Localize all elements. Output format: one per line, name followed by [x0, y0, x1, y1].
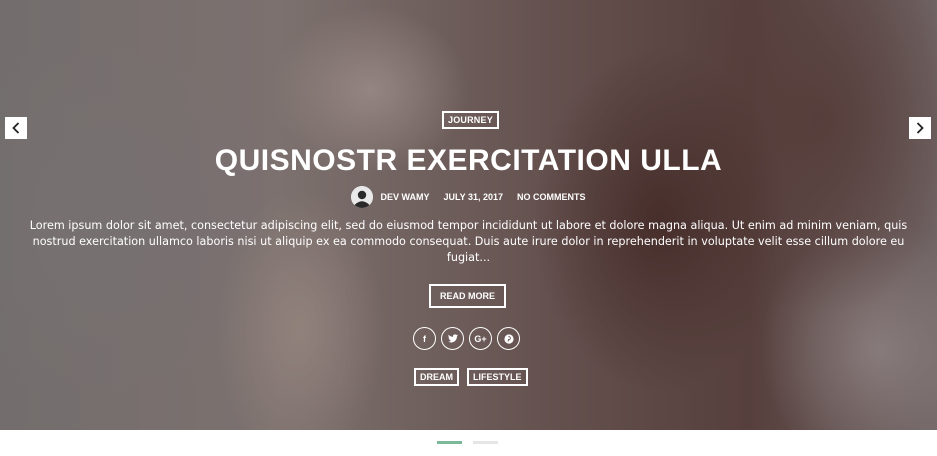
post-meta: DEV WAMY JULY 31, 2017 NO COMMENTS: [0, 186, 937, 208]
chevron-left-icon: [12, 122, 20, 134]
tag-lifestyle[interactable]: LIFESTYLE: [467, 368, 528, 386]
comments-link[interactable]: NO COMMENTS: [517, 192, 586, 202]
twitter-icon: [447, 334, 458, 343]
tag-dream[interactable]: DREAM: [414, 368, 459, 386]
chevron-right-icon: [916, 122, 924, 134]
author-name[interactable]: DEV WAMY: [380, 192, 429, 202]
pinterest-icon: [503, 333, 514, 344]
category-badge[interactable]: JOURNEY: [442, 111, 499, 129]
slider-prev-button[interactable]: [5, 117, 27, 139]
pager-dot-2[interactable]: [473, 441, 498, 444]
post-excerpt: Lorem ipsum dolor sit amet, consectetur …: [29, 219, 908, 264]
post-title[interactable]: QUISNOSTR EXERCITATION ULLA: [0, 143, 937, 179]
share-facebook-button[interactable]: f: [413, 327, 436, 350]
share-twitter-button[interactable]: [441, 327, 464, 350]
pager-dot-1[interactable]: [437, 441, 462, 444]
slide-content: JOURNEY QUISNOSTR EXERCITATION ULLA DEV …: [0, 0, 937, 430]
post-date[interactable]: JULY 31, 2017: [443, 192, 503, 202]
share-pinterest-button[interactable]: [497, 327, 520, 350]
read-more-button[interactable]: READ MORE: [429, 284, 506, 308]
facebook-icon: f: [423, 333, 426, 344]
share-buttons: f G+: [413, 327, 520, 350]
slider-next-button[interactable]: [909, 117, 931, 139]
share-google-plus-button[interactable]: G+: [469, 327, 492, 350]
google-plus-icon: G+: [474, 333, 487, 344]
post-tags: DREAM LIFESTYLE: [414, 368, 528, 386]
author-avatar[interactable]: [351, 186, 374, 208]
slider-pagination: [437, 441, 498, 444]
avatar-icon: [351, 186, 374, 208]
